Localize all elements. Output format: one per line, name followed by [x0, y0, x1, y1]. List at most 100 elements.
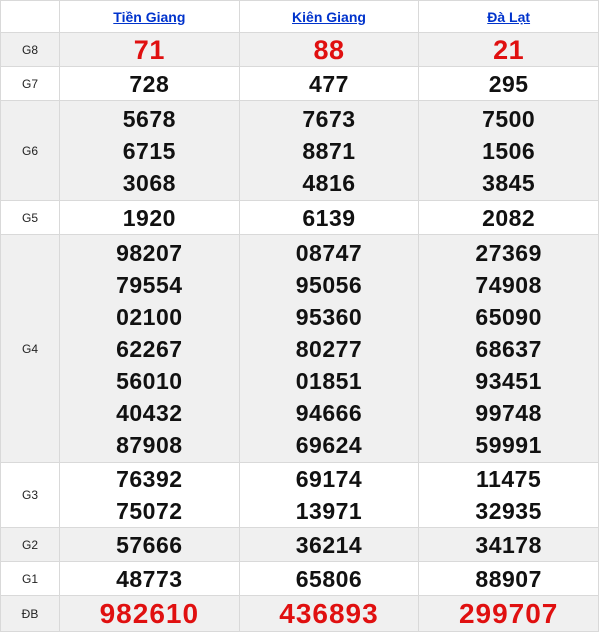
prize-row-g3: G3 76392 75072 69174 13971 11475 32935: [0, 462, 599, 528]
prize-label: G6: [0, 100, 60, 201]
prize-cell: 65806: [238, 561, 420, 596]
prize-cell: 5678 6715 3068: [59, 100, 240, 201]
prize-cell: 98207 79554 02100 62267 56010 40432 87908: [59, 234, 240, 463]
prize-number: 56010: [116, 367, 183, 394]
prize-number: 7500: [482, 105, 536, 132]
prize-label: G2: [0, 527, 60, 562]
prize-number: 295: [488, 70, 529, 97]
prize-number: 27369: [475, 239, 542, 266]
prize-number: 65806: [295, 565, 363, 592]
prize-number: 7673: [302, 105, 356, 132]
province-header-2[interactable]: Kiên Giang: [238, 0, 420, 33]
prize-number: 88: [313, 34, 345, 65]
prize-cell: 27369 74908 65090 68637 93451 99748 59991: [418, 234, 599, 463]
prize-number: 2082: [482, 204, 536, 231]
prize-cell: 982610: [59, 595, 240, 632]
prize-row-g4: G4 98207 79554 02100 62267 56010 40432 87908 0…: [0, 234, 599, 463]
province-link-da-lat[interactable]: Đà Lạt: [487, 9, 530, 25]
prize-number: 299707: [458, 597, 559, 629]
prize-label: G4: [0, 234, 60, 463]
prize-cell: 299707: [418, 595, 599, 632]
prize-cell: 11475 32935: [418, 462, 599, 528]
prize-cell: 71: [59, 32, 240, 67]
prize-number: 48773: [116, 565, 183, 592]
prize-number: 982610: [99, 597, 200, 629]
prize-number: 11475: [476, 466, 542, 492]
prize-cell: 76392 75072: [59, 462, 240, 528]
prize-number: 95360: [295, 303, 363, 330]
prize-label: G8: [0, 32, 60, 67]
prize-cell: 34178: [418, 527, 599, 562]
prize-number: 94666: [295, 399, 363, 426]
prize-cell: 69174 13971: [238, 462, 420, 528]
prize-number: 436893: [279, 597, 379, 629]
prize-label: G7: [0, 66, 60, 101]
prize-cell: 88907: [418, 561, 599, 596]
prize-cell: 08747 95056 95360 80277 01851 94666 69624: [238, 234, 420, 463]
prize-cell: 48773: [59, 561, 240, 596]
prize-label: G1: [0, 561, 60, 596]
prize-row-g2: G2 57666 36214 34178: [0, 527, 599, 562]
prize-cell: 436893: [238, 595, 420, 632]
prize-number: 65090: [475, 303, 542, 330]
prize-cell: 36214: [238, 527, 420, 562]
prize-cell: 6139: [238, 200, 420, 235]
prize-number: 80277: [295, 335, 363, 362]
prize-row-g7: G7 728 477 295: [0, 66, 599, 101]
prize-number: 93451: [475, 367, 542, 394]
prize-label: G5: [0, 200, 60, 235]
prize-number: 87908: [116, 431, 183, 458]
prize-number: 13971: [295, 498, 363, 524]
prize-number: 79554: [116, 271, 183, 298]
prize-number: 3845: [482, 169, 536, 196]
prize-number: 40432: [116, 399, 183, 426]
prize-row-special: ĐB 982610 436893 299707: [0, 595, 599, 632]
province-header-3[interactable]: Đà Lạt: [418, 0, 599, 33]
prize-number: 34178: [475, 531, 542, 558]
prize-number: 5678: [122, 105, 176, 132]
header-corner: [0, 0, 60, 33]
province-header-1[interactable]: Tiền Giang: [59, 0, 240, 33]
prize-cell: 7500 1506 3845: [418, 100, 599, 201]
prize-number: 32935: [475, 498, 542, 524]
prize-number: 02100: [116, 303, 183, 330]
header-row: Tiền Giang Kiên Giang Đà Lạt: [0, 0, 599, 33]
prize-cell: 295: [418, 66, 599, 101]
prize-row-g1: G1 48773 65806 88907: [0, 561, 599, 596]
prize-row-g6: G6 5678 6715 3068 7673 8871 4816 7500 1506 384…: [0, 100, 599, 201]
prize-cell: 88: [238, 32, 420, 67]
prize-number: 88907: [475, 565, 542, 592]
prize-number: 36214: [295, 531, 363, 558]
prize-number: 3068: [122, 169, 176, 196]
prize-number: 8871: [302, 137, 356, 164]
prize-number: 59991: [475, 431, 542, 458]
prize-number: 57666: [116, 531, 183, 558]
prize-number: 98207: [116, 239, 183, 266]
prize-number: 08747: [295, 239, 363, 266]
prize-cell: 728: [59, 66, 240, 101]
prize-row-g8: G8 71 88 21: [0, 32, 599, 67]
prize-cell: 21: [418, 32, 599, 67]
prize-label: G3: [0, 462, 60, 528]
prize-number: 95056: [295, 271, 363, 298]
province-link-tien-giang[interactable]: Tiền Giang: [113, 9, 185, 25]
prize-number: 68637: [475, 335, 542, 362]
province-link-kien-giang[interactable]: Kiên Giang: [292, 9, 366, 25]
prize-number: 477: [309, 70, 349, 97]
prize-cell: 1920: [59, 200, 240, 235]
prize-number: 728: [129, 70, 170, 97]
prize-number: 6139: [302, 204, 356, 231]
prize-number: 71: [133, 34, 165, 65]
prize-number: 1506: [482, 137, 536, 164]
prize-number: 99748: [475, 399, 542, 426]
prize-number: 69624: [295, 431, 363, 458]
prize-label: ĐB: [0, 595, 60, 632]
prize-number: 69174: [295, 466, 363, 492]
prize-number: 6715: [122, 137, 176, 164]
prize-number: 75072: [116, 498, 183, 524]
lottery-results-table: Tiền Giang Kiên Giang Đà Lạt G8 71 88 21…: [0, 0, 599, 632]
prize-cell: 2082: [418, 200, 599, 235]
prize-row-g5: G5 1920 6139 2082: [0, 200, 599, 235]
prize-cell: 57666: [59, 527, 240, 562]
prize-number: 1920: [122, 204, 176, 231]
